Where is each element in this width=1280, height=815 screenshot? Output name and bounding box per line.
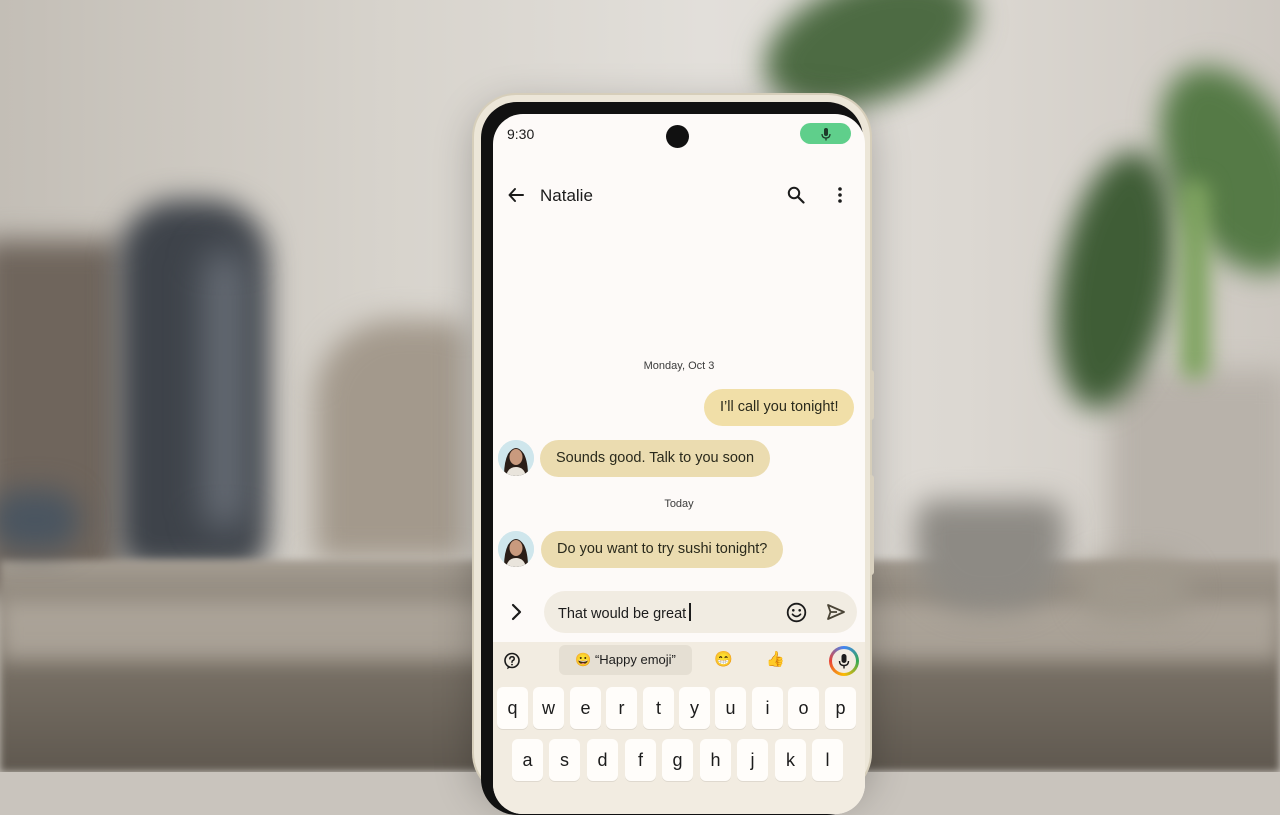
background-vase-highlight — [205, 250, 245, 530]
search-button[interactable] — [783, 182, 809, 208]
conversation-title: Natalie — [540, 186, 593, 205]
key-a[interactable]: a — [512, 739, 543, 781]
background-sculpture — [315, 320, 465, 560]
more-vert-icon — [838, 187, 842, 203]
voice-input-inner — [832, 649, 856, 673]
mic-indicator — [800, 123, 851, 144]
text-cursor — [689, 603, 691, 621]
outgoing-message[interactable]: I’ll call you tonight! — [704, 389, 855, 426]
mic-icon — [820, 127, 831, 140]
mic-icon — [838, 654, 850, 669]
key-h[interactable]: h — [700, 739, 731, 781]
phone-screen: 9:30 Natalie Monday, Oct 3 I’ll call you… — [493, 114, 865, 814]
phone-power-button — [870, 370, 874, 420]
send-icon — [827, 604, 845, 620]
phone: 9:30 Natalie Monday, Oct 3 I’ll call you… — [474, 95, 874, 815]
more-options-button[interactable] — [827, 182, 853, 208]
key-t[interactable]: t — [643, 687, 674, 729]
avatar — [498, 440, 534, 476]
chevron-right-icon — [511, 603, 522, 621]
background-vase — [118, 200, 268, 570]
phone-bezel: 9:30 Natalie Monday, Oct 3 I’ll call you… — [481, 102, 865, 815]
search-icon — [787, 186, 805, 204]
status-time: 9:30 — [507, 126, 535, 142]
key-i[interactable]: i — [752, 687, 783, 729]
background-bowl — [0, 490, 80, 550]
incoming-message[interactable]: Do you want to try sushi tonight? — [541, 531, 784, 568]
key-s[interactable]: s — [549, 739, 580, 781]
phone-volume-button — [870, 475, 874, 575]
message-input-text[interactable]: That would be great — [558, 603, 691, 622]
key-l[interactable]: l — [812, 739, 843, 781]
help-button[interactable] — [501, 650, 523, 672]
send-button[interactable] — [824, 600, 848, 624]
keyboard: 😀 “Happy emoji” 😁 👍 q w e r t y u i o p … — [493, 642, 865, 814]
help-icon — [504, 652, 520, 670]
avatar — [498, 531, 534, 567]
emoji-button[interactable] — [784, 600, 808, 624]
key-d[interactable]: d — [587, 739, 618, 781]
suggestion-chip[interactable]: 😀 “Happy emoji” — [559, 645, 692, 675]
key-j[interactable]: j — [737, 739, 768, 781]
key-q[interactable]: q — [497, 687, 528, 729]
background-stones — [1080, 560, 1190, 620]
key-f[interactable]: f — [625, 739, 656, 781]
emoji-icon — [786, 602, 806, 622]
key-w[interactable]: w — [533, 687, 564, 729]
back-button[interactable] — [503, 182, 529, 208]
key-e[interactable]: e — [570, 687, 601, 729]
background-stem — [1180, 180, 1210, 380]
keyboard-suggestion-bar: 😀 “Happy emoji” 😁 👍 — [493, 642, 865, 682]
front-camera — [666, 125, 689, 148]
message-input[interactable]: That would be great — [544, 591, 857, 633]
date-divider: Monday, Oct 3 — [643, 360, 715, 372]
app-bar: Natalie — [493, 170, 865, 220]
suggestion-emoji[interactable]: 👍 — [766, 650, 785, 668]
key-y[interactable]: y — [679, 687, 710, 729]
key-p[interactable]: p — [825, 687, 856, 729]
date-divider: Today — [664, 498, 694, 510]
suggestion-emoji[interactable]: 😁 — [714, 650, 733, 668]
key-k[interactable]: k — [775, 739, 806, 781]
incoming-message[interactable]: Sounds good. Talk to you soon — [540, 440, 771, 477]
arrow-back-icon — [508, 188, 524, 202]
voice-input-button[interactable] — [829, 646, 859, 676]
key-o[interactable]: o — [788, 687, 819, 729]
key-g[interactable]: g — [662, 739, 693, 781]
expand-button[interactable] — [503, 599, 529, 625]
key-u[interactable]: u — [715, 687, 746, 729]
key-r[interactable]: r — [606, 687, 637, 729]
background-bowl — [915, 500, 1065, 610]
